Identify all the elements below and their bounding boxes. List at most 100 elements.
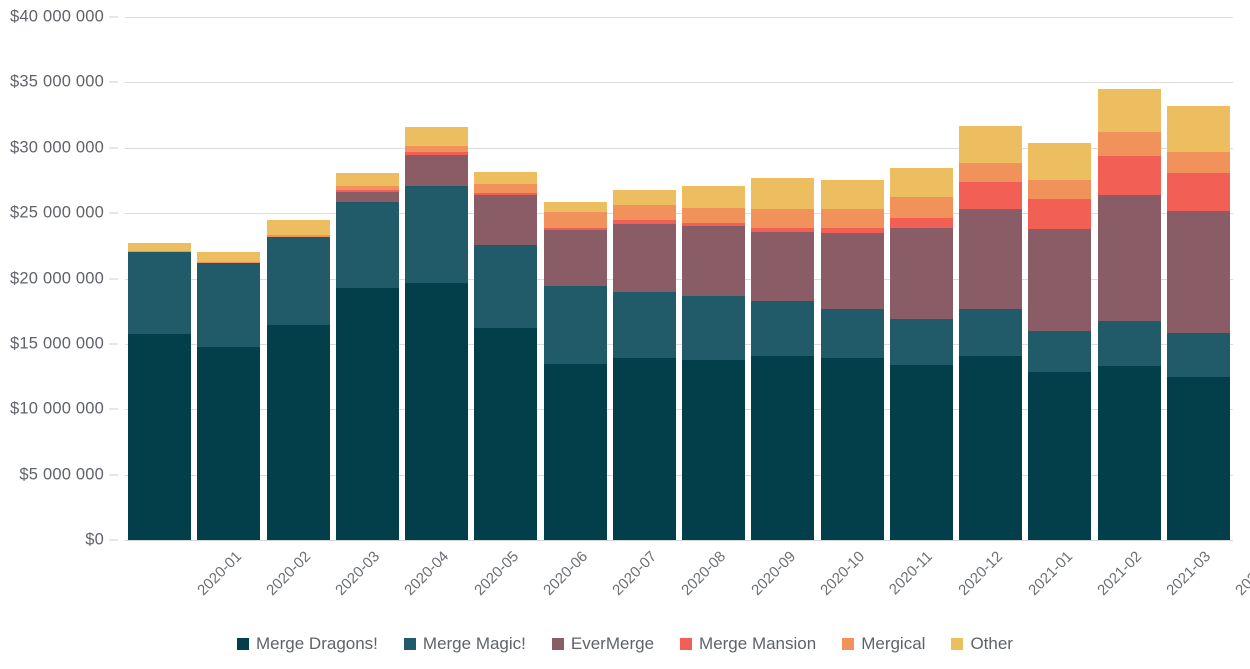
bar-segment[interactable] [543,286,607,364]
bar-segment[interactable] [889,217,953,228]
bar-segment[interactable] [959,208,1023,309]
bar-segment[interactable] [820,308,884,359]
bar-group[interactable] [889,17,953,540]
bar-segment[interactable] [820,358,884,540]
bar-segment[interactable] [266,324,330,540]
bar-segment[interactable] [543,227,607,231]
bar-segment[interactable] [959,125,1023,164]
bar-group[interactable] [1166,17,1230,540]
bar-segment[interactable] [128,252,192,335]
bar-segment[interactable] [889,197,953,218]
bar-segment[interactable] [405,283,469,540]
bar-segment[interactable] [751,355,815,540]
bar-segment[interactable] [474,244,538,329]
bar-segment[interactable] [1028,199,1092,230]
bar-segment[interactable] [682,360,746,540]
bar-segment[interactable] [1028,330,1092,372]
legend-item[interactable]: Mergical [842,634,925,654]
bar-segment[interactable] [405,145,469,153]
legend-item[interactable]: Merge Magic! [403,634,526,654]
bar-segment[interactable] [197,261,261,263]
bar-segment[interactable] [820,227,884,233]
bar-segment[interactable] [889,227,953,320]
bar-segment[interactable] [474,328,538,540]
bar-segment[interactable] [1028,372,1092,540]
bar-segment[interactable] [751,232,815,301]
bar-segment[interactable] [474,192,538,195]
bar-segment[interactable] [751,209,815,228]
bar-segment[interactable] [820,180,884,210]
bar-segment[interactable] [612,292,676,358]
bar-segment[interactable] [959,308,1023,356]
bar-segment[interactable] [682,186,746,208]
bar-segment[interactable] [128,251,192,253]
bar-group[interactable] [751,17,815,540]
bar-segment[interactable] [612,223,676,293]
bar-segment[interactable] [959,163,1023,182]
bar-segment[interactable] [1166,152,1230,174]
bar-segment[interactable] [266,237,330,325]
bar-segment[interactable] [197,252,261,262]
bar-segment[interactable] [1097,366,1161,540]
bar-segment[interactable] [1028,180,1092,200]
bar-segment[interactable] [820,209,884,228]
bar-segment[interactable] [335,185,399,191]
bar-group[interactable] [612,17,676,540]
bar-group[interactable] [682,17,746,540]
legend-item[interactable]: Merge Mansion [680,634,816,654]
bar-segment[interactable] [335,190,399,193]
legend-item[interactable]: Merge Dragons! [237,634,378,654]
bar-segment[interactable] [543,230,607,287]
bar-segment[interactable] [820,232,884,309]
bar-segment[interactable] [612,189,676,205]
bar-segment[interactable] [405,152,469,155]
bar-segment[interactable] [405,185,469,284]
bar-segment[interactable] [1097,132,1161,157]
bar-segment[interactable] [1028,229,1092,331]
bar-segment[interactable] [128,242,192,252]
bar-segment[interactable] [612,204,676,221]
bar-group[interactable] [266,17,330,540]
legend-item[interactable]: Other [951,634,1013,654]
bar-segment[interactable] [197,262,261,347]
bar-segment[interactable] [405,154,469,186]
bar-group[interactable] [1028,17,1092,540]
bar-group[interactable] [128,17,192,540]
bar-segment[interactable] [959,355,1023,540]
bar-group[interactable] [959,17,1023,540]
bar-segment[interactable] [889,364,953,540]
bar-group[interactable] [1097,17,1161,540]
bar-segment[interactable] [128,334,192,540]
bar-segment[interactable] [1097,88,1161,133]
bar-segment[interactable] [335,287,399,540]
bar-segment[interactable] [1166,211,1230,334]
bar-segment[interactable] [335,172,399,186]
bar-group[interactable] [405,17,469,540]
bar-segment[interactable] [751,300,815,356]
bar-segment[interactable] [1166,105,1230,153]
bar-segment[interactable] [959,181,1023,209]
bar-segment[interactable] [751,227,815,233]
bar-segment[interactable] [266,219,330,236]
bar-segment[interactable] [335,202,399,288]
legend-item[interactable]: EverMerge [551,634,654,654]
bar-segment[interactable] [889,168,953,198]
bar-segment[interactable] [266,235,330,238]
bar-segment[interactable] [682,296,746,361]
bar-segment[interactable] [682,226,746,297]
bar-segment[interactable] [335,192,399,203]
bar-group[interactable] [820,17,884,540]
bar-segment[interactable] [682,222,746,227]
bar-segment[interactable] [1097,321,1161,367]
bar-segment[interactable] [543,211,607,228]
bar-segment[interactable] [612,357,676,540]
bar-segment[interactable] [474,171,538,185]
bar-group[interactable] [474,17,538,540]
bar-segment[interactable] [1166,333,1230,377]
bar-segment[interactable] [543,202,607,212]
bar-segment[interactable] [889,319,953,365]
bar-segment[interactable] [1097,156,1161,195]
bar-group[interactable] [543,17,607,540]
bar-segment[interactable] [1166,376,1230,540]
bar-segment[interactable] [1028,142,1092,181]
